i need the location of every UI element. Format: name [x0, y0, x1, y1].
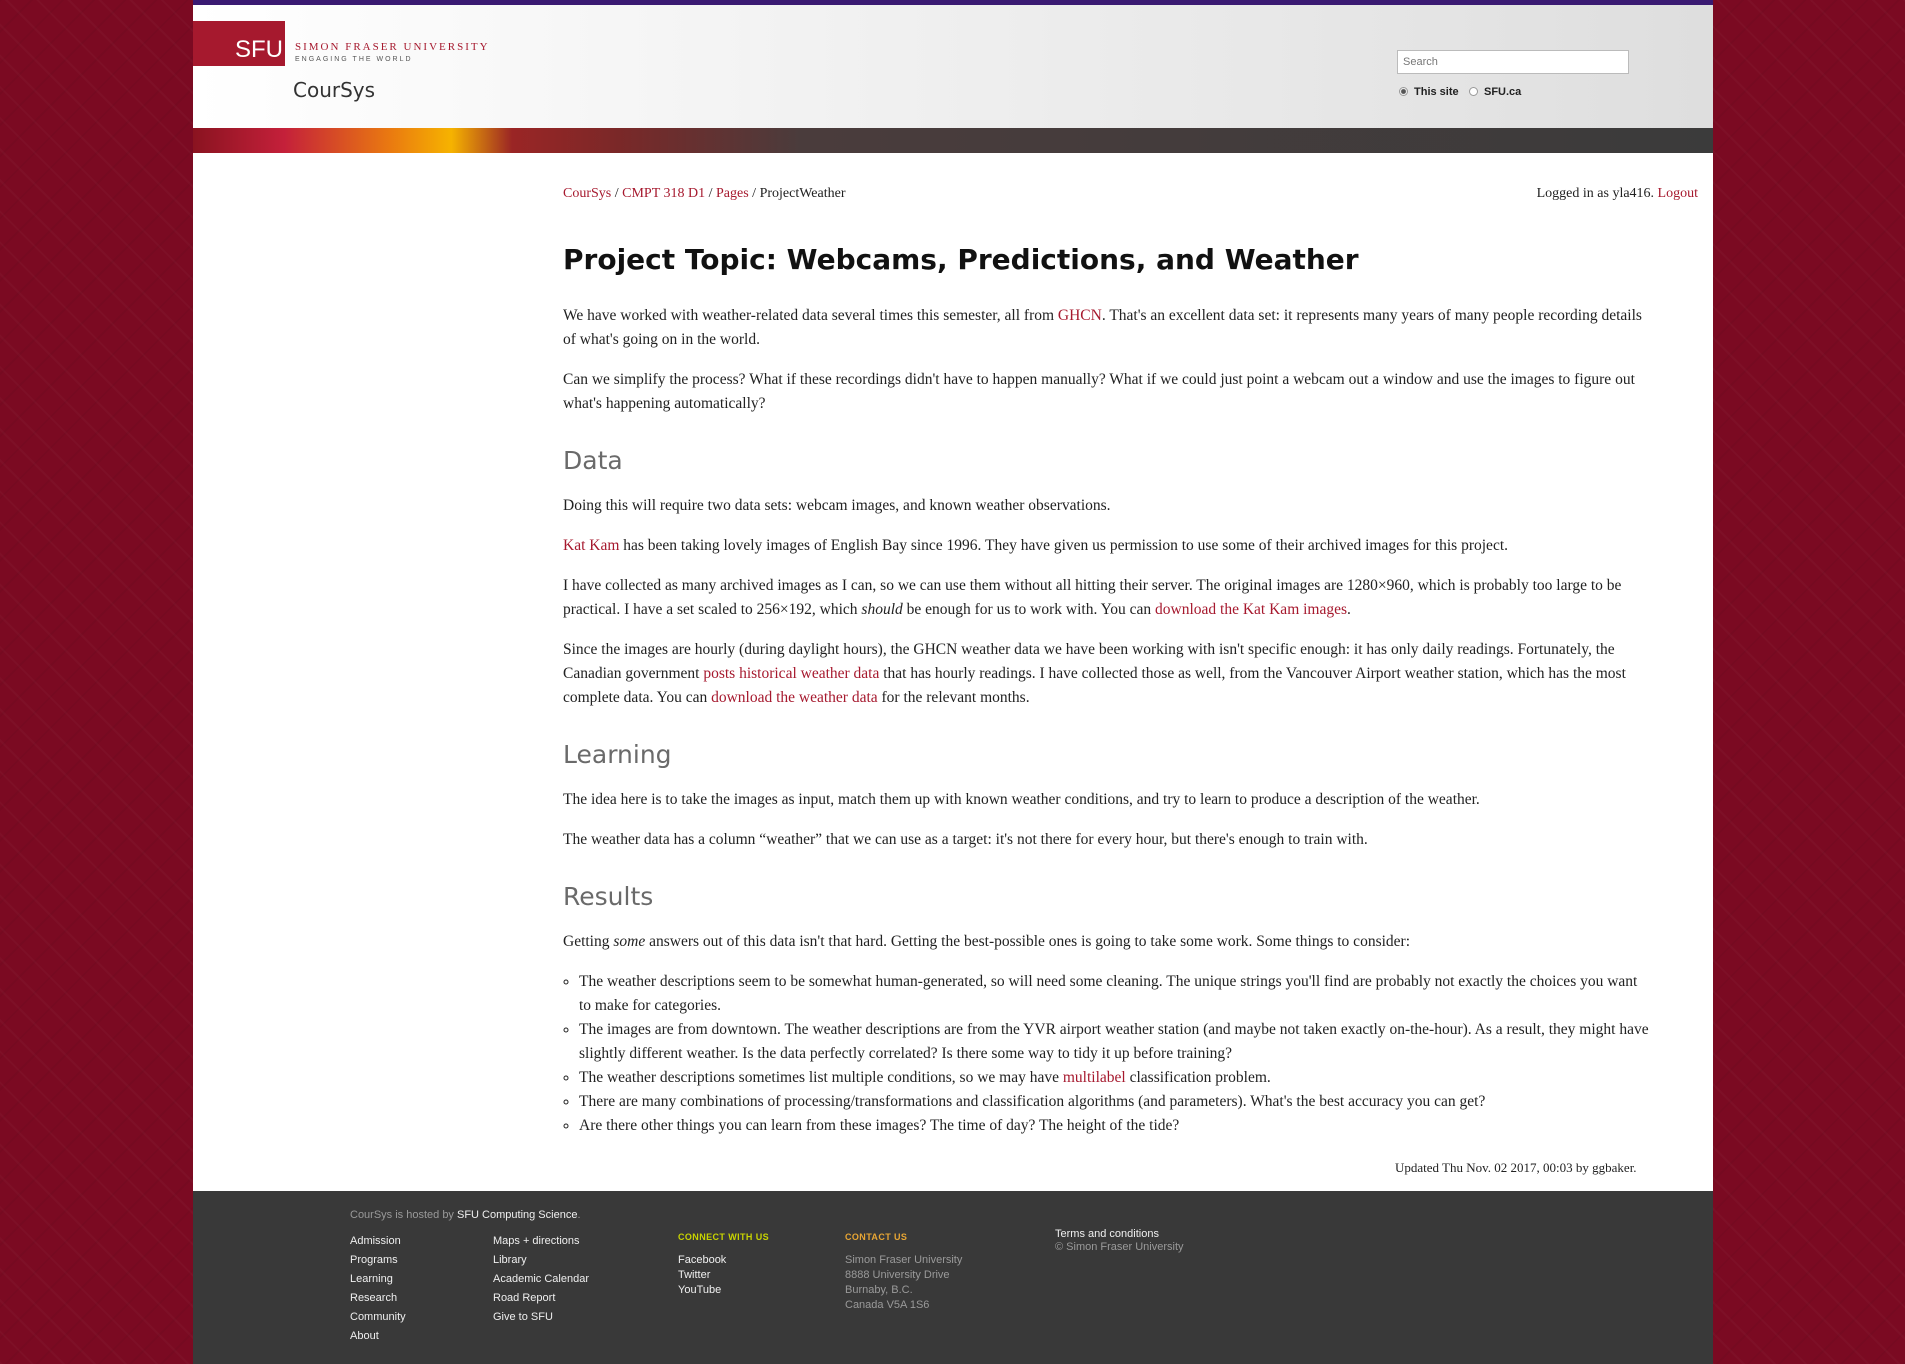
address-line: Canada V5A 1S6 [845, 1299, 930, 1311]
breadcrumb-separator: / [752, 186, 757, 201]
section-heading-results: Results [563, 882, 654, 911]
footer-links-col1: Admission Programs Learning Research Com… [350, 1232, 406, 1346]
connect-heading: CONNECT WITH US [678, 1232, 769, 1242]
radio-sfu-ca-label: SFU.ca [1484, 86, 1522, 98]
footer-link-learning[interactable]: Learning [350, 1270, 406, 1289]
decorative-banner [193, 128, 1713, 153]
facebook-link[interactable]: Facebook [678, 1253, 726, 1268]
paragraph: Getting some answers out of this data is… [563, 933, 1411, 950]
site-header: SFU SIMON FRASER UNIVERSITY ENGAGING THE… [193, 5, 1713, 128]
breadcrumb-pages[interactable]: Pages [716, 186, 749, 201]
university-name[interactable]: SIMON FRASER UNIVERSITY [295, 41, 490, 53]
university-tagline: ENGAGING THE WORLD [295, 56, 413, 63]
footer-links-col2: Maps + directions Library Academic Calen… [493, 1232, 589, 1327]
footer-link-library[interactable]: Library [493, 1251, 589, 1270]
logged-in-text: Logged in as yla416. [1536, 186, 1655, 201]
page: SFU SIMON FRASER UNIVERSITY ENGAGING THE… [193, 0, 1713, 1364]
paragraph: The weather data has a column “weather” … [563, 831, 1368, 848]
download-weather-link[interactable]: download the weather data [711, 689, 878, 706]
list-item: The images are from downtown. The weathe… [579, 1018, 1653, 1066]
search-input[interactable] [1397, 50, 1629, 74]
list-item: There are many combinations of processin… [579, 1090, 1653, 1114]
paragraph: Since the images are hourly (during dayl… [563, 641, 1626, 706]
radio-this-site-label: This site [1414, 86, 1459, 98]
breadcrumb: CourSys / CMPT 318 D1 / Pages / ProjectW… [563, 186, 846, 202]
logout-link[interactable]: Logout [1658, 186, 1698, 201]
contact-heading: CONTACT US [845, 1232, 908, 1242]
paragraph: Doing this will require two data sets: w… [563, 497, 1111, 514]
hosted-by: CourSys is hosted by SFU Computing Scien… [350, 1209, 581, 1221]
download-images-link[interactable]: download the Kat Kam images [1155, 601, 1347, 618]
footer-link-give[interactable]: Give to SFU [493, 1308, 589, 1327]
footer-link-calendar[interactable]: Academic Calendar [493, 1270, 589, 1289]
sfu-logo[interactable]: SFU [193, 21, 285, 66]
breadcrumb-course[interactable]: CMPT 318 D1 [622, 186, 705, 201]
ghcn-link[interactable]: GHCN [1058, 307, 1102, 324]
list-item: The weather descriptions sometimes list … [579, 1066, 1653, 1090]
section-heading-learning: Learning [563, 740, 672, 769]
list-item: Are there other things you can learn fro… [579, 1114, 1653, 1138]
breadcrumb-coursys[interactable]: CourSys [563, 186, 611, 201]
site-title[interactable]: CourSys [293, 78, 375, 102]
address-line: Simon Fraser University [845, 1254, 963, 1266]
connect-links: Facebook Twitter YouTube [678, 1253, 726, 1298]
footer-link-community[interactable]: Community [350, 1308, 406, 1327]
breadcrumb-separator: / [614, 186, 619, 201]
paragraph: Kat Kam has been taking lovely images of… [563, 537, 1508, 554]
historical-weather-link[interactable]: posts historical weather data [703, 665, 879, 682]
radio-sfu-ca[interactable]: SFU.ca [1469, 86, 1521, 98]
footer-link-research[interactable]: Research [350, 1289, 406, 1308]
site-footer: CourSys is hosted by SFU Computing Scien… [193, 1191, 1713, 1364]
footer-link-maps[interactable]: Maps + directions [493, 1232, 589, 1251]
terms-block: Terms and conditions © Simon Fraser Univ… [1055, 1228, 1184, 1254]
address-line: 8888 University Drive [845, 1269, 950, 1281]
footer-link-admission[interactable]: Admission [350, 1232, 406, 1251]
considerations-list: The weather descriptions seem to be some… [563, 970, 1653, 1138]
footer-link-about[interactable]: About [350, 1327, 406, 1346]
contact-address: Simon Fraser University 8888 University … [845, 1253, 962, 1313]
paragraph: The idea here is to take the images as i… [563, 791, 1480, 808]
youtube-link[interactable]: YouTube [678, 1283, 726, 1298]
radio-unselected-icon[interactable] [1469, 87, 1478, 96]
paragraph: I have collected as many archived images… [563, 577, 1622, 618]
list-item: The weather descriptions seem to be some… [579, 970, 1653, 1018]
updated-timestamp: Updated Thu Nov. 02 2017, 00:03 by ggbak… [1395, 1160, 1637, 1175]
paragraph: Can we simplify the process? What if the… [563, 371, 1635, 412]
radio-selected-icon[interactable] [1399, 87, 1408, 96]
section-heading-data: Data [563, 446, 623, 475]
radio-this-site[interactable]: This site [1399, 86, 1459, 98]
twitter-link[interactable]: Twitter [678, 1268, 726, 1283]
copyright-text: © Simon Fraser University [1055, 1241, 1184, 1253]
login-status: Logged in as yla416. Logout [1537, 186, 1698, 202]
terms-link[interactable]: Terms and conditions [1055, 1228, 1184, 1241]
page-title: Project Topic: Webcams, Predictions, and… [563, 243, 1359, 276]
footer-link-road-report[interactable]: Road Report [493, 1289, 589, 1308]
computing-science-link[interactable]: SFU Computing Science [457, 1209, 577, 1221]
kat-kam-link[interactable]: Kat Kam [563, 537, 619, 554]
multilabel-link[interactable]: multilabel [1063, 1069, 1126, 1086]
footer-link-programs[interactable]: Programs [350, 1251, 406, 1270]
paragraph: We have worked with weather-related data… [563, 307, 1642, 348]
breadcrumb-separator: / [708, 186, 713, 201]
address-line: Burnaby, B.C. [845, 1284, 913, 1296]
main-content: Project Topic: Webcams, Predictions, and… [563, 232, 1653, 1138]
breadcrumb-current: ProjectWeather [759, 186, 846, 201]
